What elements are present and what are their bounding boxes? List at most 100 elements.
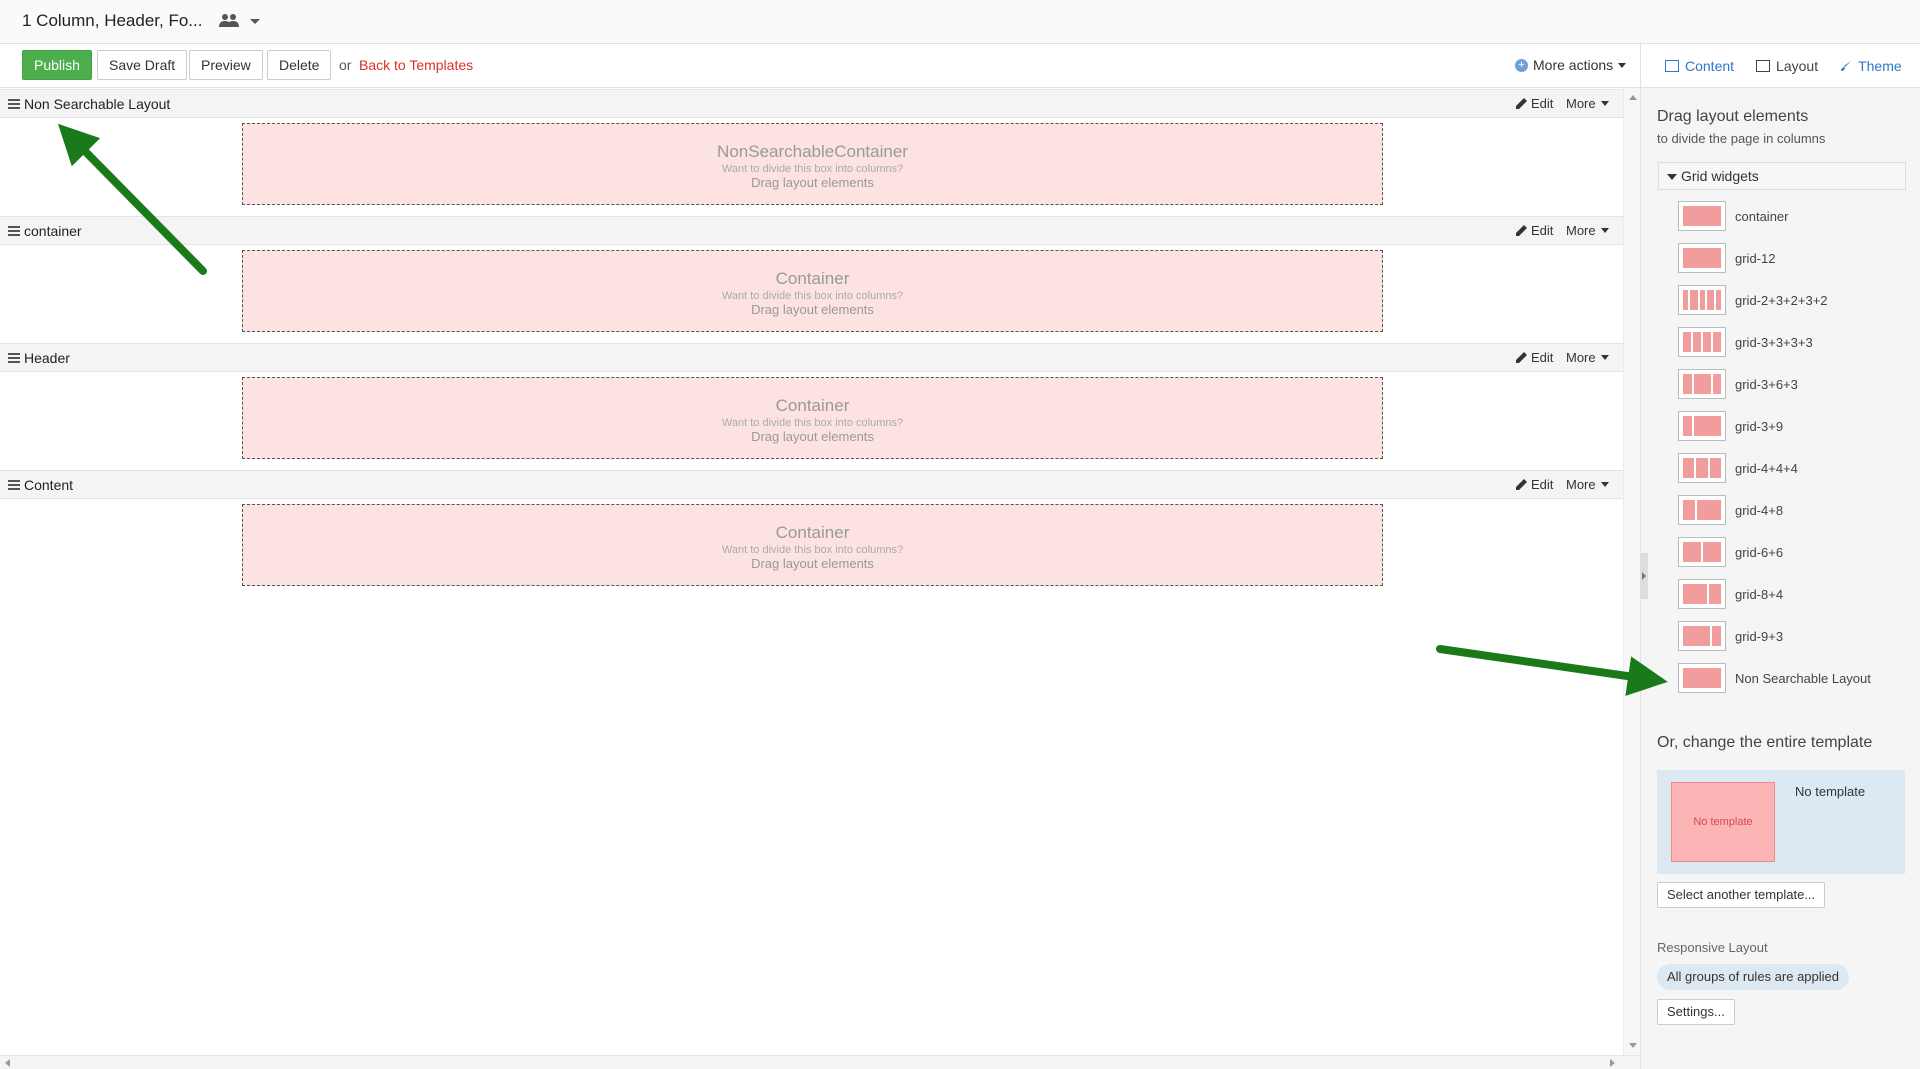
delete-button[interactable]: Delete [267,50,332,80]
scroll-down-icon[interactable] [1629,1043,1637,1048]
section-header[interactable]: Non Searchable Layout Edit More [0,89,1623,118]
title-bar: 1 Column, Header, Fo... [0,0,1920,44]
publish-button[interactable]: Publish [22,50,92,80]
drop-zone[interactable]: Container Want to divide this box into c… [242,250,1383,332]
template-card[interactable]: No template No template [1657,770,1905,874]
chevron-down-icon [1600,355,1609,360]
grid-widget[interactable]: grid-3+9 [1678,411,1783,441]
grid-widget-label: grid-12 [1735,250,1776,266]
more-button[interactable]: More [1566,477,1609,492]
drop-zone-drag-text: Drag layout elements [751,302,874,317]
horizontal-scrollbar[interactable] [0,1055,1640,1069]
layout-panel: Drag layout elements to divide the page … [1640,88,1920,1069]
grid-thumbnail-icon [1678,201,1726,231]
toolbar: Publish Save Draft Preview Delete or Bac… [0,44,1640,88]
chevron-down-icon [1600,228,1609,233]
plus-circle-icon: + [1515,58,1528,72]
grid-widget[interactable]: grid-4+4+4 [1678,453,1798,483]
users-icon[interactable] [219,12,239,28]
panel-collapse-handle[interactable] [1640,553,1648,599]
grid-widget[interactable]: grid-4+8 [1678,495,1783,525]
grid-thumbnail-icon [1678,495,1726,525]
grid-widget[interactable]: grid-12 [1678,243,1775,273]
drag-handle-icon[interactable] [8,99,20,109]
grid-widget[interactable]: Non Searchable Layout [1678,663,1871,693]
edit-label: Edit [1531,223,1554,238]
chevron-down-icon[interactable] [250,19,260,24]
more-actions-button[interactable]: + More actions [1515,57,1627,73]
edit-button[interactable]: Edit [1516,96,1553,111]
grid-widget-label: grid-2+3+2+3+2 [1735,292,1828,308]
panel-subheading: to divide the page in columns [1657,131,1826,146]
tab-content[interactable]: Content [1665,58,1734,74]
pencil-icon [1516,352,1527,363]
template-heading: Or, change the entire template [1657,734,1873,751]
more-button[interactable]: More [1566,223,1609,238]
grid-thumbnail-icon [1678,579,1726,609]
more-label: More [1566,96,1596,111]
drop-zone-drag-text: Drag layout elements [751,175,874,190]
grid-widget-label: grid-4+8 [1735,502,1784,518]
section-header[interactable]: container Edit More [0,216,1623,245]
drag-handle-icon[interactable] [8,480,20,490]
drop-zone-drag-text: Drag layout elements [751,556,874,571]
layout-canvas: Non Searchable Layout Edit More NonSearc… [0,88,1623,1055]
grid-widget[interactable]: grid-8+4 [1678,579,1783,609]
caret-down-icon [1667,174,1677,180]
pencil-icon [1516,479,1527,490]
pencil-icon [1516,98,1527,109]
scroll-right-icon[interactable] [1610,1059,1615,1067]
layout-icon [1756,59,1771,72]
drop-zone[interactable]: Container Want to divide this box into c… [242,377,1383,459]
vertical-scrollbar[interactable] [1623,88,1640,1055]
edit-button[interactable]: Edit [1516,350,1553,365]
grid-widget[interactable]: grid-6+6 [1678,537,1783,567]
more-label: More [1566,477,1596,492]
grid-thumbnail-icon [1678,537,1726,567]
grid-widget[interactable]: container [1678,201,1788,231]
scroll-left-icon[interactable] [5,1059,10,1067]
section-label: container [24,223,82,239]
grid-widgets-group[interactable]: Grid widgets [1658,162,1906,190]
grid-widget-label: grid-9+3 [1735,628,1784,644]
section-label: Content [24,477,74,493]
save-draft-button[interactable]: Save Draft [97,50,188,80]
section-header[interactable]: Content Edit More [0,470,1623,499]
drop-zone-title: Container [775,523,850,542]
more-button[interactable]: More [1566,350,1609,365]
scroll-up-icon[interactable] [1629,95,1637,100]
panel-heading: Drag layout elements [1657,108,1809,125]
preview-button[interactable]: Preview [189,50,263,80]
select-template-button[interactable]: Select another template... [1657,882,1826,908]
drop-zone[interactable]: NonSearchableContainer Want to divide th… [242,123,1383,205]
group-label: Grid widgets [1681,168,1759,184]
edit-label: Edit [1531,350,1554,365]
grid-widget-label: Non Searchable Layout [1735,670,1871,686]
more-button[interactable]: More [1566,96,1609,111]
edit-button[interactable]: Edit [1516,477,1553,492]
brush-icon [1841,60,1852,71]
settings-button[interactable]: Settings... [1657,999,1735,1025]
drop-zone-title: Container [775,396,850,415]
drag-handle-icon[interactable] [8,226,20,236]
tab-theme[interactable]: Theme [1840,58,1902,74]
tab-layout[interactable]: Layout [1756,58,1818,74]
more-actions-label: More actions [1533,57,1614,73]
edit-button[interactable]: Edit [1516,223,1553,238]
drag-handle-icon[interactable] [8,353,20,363]
chevron-down-icon [1600,101,1609,106]
section-header[interactable]: Header Edit More [0,343,1623,372]
grid-thumbnail-icon [1678,369,1726,399]
grid-widget[interactable]: grid-9+3 [1678,621,1783,651]
tab-content-label: Content [1685,57,1735,74]
back-to-templates-link[interactable]: Back to Templates [359,57,473,73]
grid-thumbnail-icon [1678,411,1726,441]
grid-widget[interactable]: grid-3+6+3 [1678,369,1798,399]
grid-widget[interactable]: grid-3+3+3+3 [1678,327,1813,357]
grid-widget[interactable]: grid-2+3+2+3+2 [1678,285,1828,315]
grid-thumbnail-icon [1678,453,1726,483]
drop-zone[interactable]: Container Want to divide this box into c… [242,504,1383,586]
page-title: 1 Column, Header, Fo... [22,11,203,30]
grid-widget-label: grid-8+4 [1735,586,1784,602]
chevron-down-icon [1600,482,1609,487]
